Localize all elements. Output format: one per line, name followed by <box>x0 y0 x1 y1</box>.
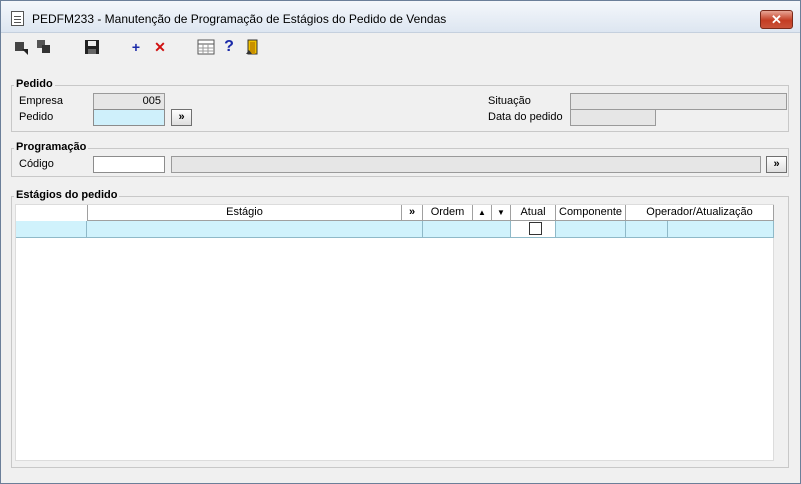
help-icon[interactable]: ? <box>220 38 238 56</box>
save-icon[interactable] <box>83 38 101 56</box>
codigo-label: Código <box>19 158 54 170</box>
grid-header-lookup[interactable]: » <box>402 205 423 221</box>
add-icon[interactable]: + <box>127 38 145 56</box>
grid-cell-codigo[interactable] <box>16 221 87 238</box>
delete-icon[interactable]: ✕ <box>151 38 169 56</box>
close-button[interactable]: ✕ <box>760 10 793 29</box>
grid-header-atual[interactable]: Atual <box>511 205 556 221</box>
codigo-descricao-field[interactable] <box>171 156 761 173</box>
grid-header-blank <box>16 205 88 221</box>
grid-header-componente[interactable]: Componente <box>556 205 626 221</box>
exit-door-icon[interactable] <box>244 38 262 56</box>
title-bar: PEDFM233 - Manutenção de Programação de … <box>1 1 800 33</box>
document-icon <box>11 11 24 26</box>
grid-cell-operador[interactable] <box>626 221 668 238</box>
main-window: PEDFM233 - Manutenção de Programação de … <box>0 0 801 484</box>
grid-cell-componente[interactable] <box>556 221 626 238</box>
pedido-label: Pedido <box>19 111 54 123</box>
situacao-label: Situação <box>488 95 531 107</box>
window-title: PEDFM233 - Manutenção de Programação de … <box>32 12 447 26</box>
pedido-lookup-button[interactable]: » <box>171 109 192 126</box>
grid-header-ordem[interactable]: Ordem <box>423 205 473 221</box>
situacao-field[interactable] <box>570 93 787 110</box>
grid-header-down-icon[interactable]: ▼ <box>492 205 511 221</box>
programacao-group-title: Programação <box>14 141 89 153</box>
pedido-group: Pedido Empresa 005 Pedido » Situação Dat… <box>11 78 789 132</box>
grid-cell-estagio[interactable] <box>87 221 423 238</box>
empresa-label: Empresa <box>19 95 64 107</box>
programacao-group: Programação Código » <box>11 141 789 177</box>
atual-checkbox[interactable] <box>529 222 542 235</box>
toolbar: + ✕ ? <box>1 35 800 61</box>
grid-header-operador[interactable]: Operador/Atualização <box>626 205 774 221</box>
estagios-grid[interactable]: Estágio » Ordem ▲ ▼ Atual Componente Ope… <box>15 204 774 461</box>
codigo-input[interactable] <box>93 156 165 173</box>
grid-cell-atualizacao[interactable] <box>668 221 774 238</box>
calendar-grid-icon[interactable] <box>197 38 215 56</box>
data-pedido-field[interactable] <box>570 109 656 126</box>
pedido-group-title: Pedido <box>14 78 55 90</box>
pedido-input[interactable] <box>93 109 165 126</box>
first-record-icon[interactable] <box>13 38 31 56</box>
data-pedido-label: Data do pedido <box>488 111 563 123</box>
grid-header-estagio[interactable]: Estágio <box>88 205 402 221</box>
last-record-icon[interactable] <box>35 38 53 56</box>
empresa-field[interactable]: 005 <box>93 93 165 110</box>
grid-cell-ordem[interactable] <box>423 221 511 238</box>
grid-header-up-icon[interactable]: ▲ <box>473 205 492 221</box>
codigo-lookup-button[interactable]: » <box>766 156 787 173</box>
estagios-group-title: Estágios do pedido <box>14 189 120 201</box>
